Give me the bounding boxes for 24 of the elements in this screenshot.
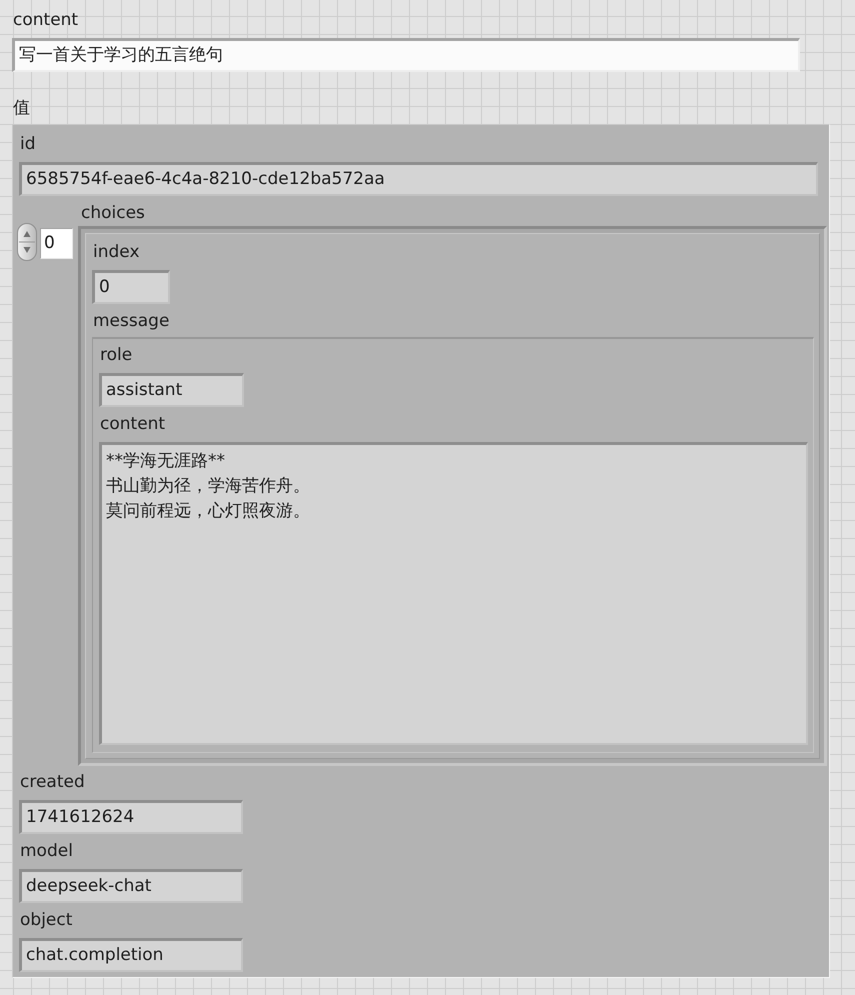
text-field[interactable]: deepseek-chat: [19, 869, 243, 903]
field-label: 值: [12, 97, 30, 119]
text-field[interactable]: 6585754f-eae6-4c4a-8210-cde12ba572aa: [19, 162, 818, 196]
text-line: **学海无涯路**: [106, 450, 225, 473]
field-label: id: [19, 133, 36, 155]
text-area[interactable]: **学海无涯路** 书山勤为径，学海苦作舟。 莫问前程远，心灯照夜游。: [99, 442, 808, 745]
field-label: role: [99, 344, 132, 366]
field-label: content: [99, 413, 166, 435]
field-label: content: [12, 9, 78, 31]
text-field[interactable]: chat.completion: [19, 938, 243, 972]
field-label: choices: [80, 202, 145, 224]
text-field[interactable]: 1741612624: [19, 800, 243, 834]
numeric-field[interactable]: 0: [92, 270, 170, 304]
field-label: model: [19, 840, 73, 862]
text-field[interactable]: assistant: [99, 373, 244, 407]
array-index-field[interactable]: 0: [40, 228, 73, 259]
field-label: object: [19, 909, 72, 931]
text-field[interactable]: 写一首关于学习的五言绝句: [12, 38, 800, 72]
up-down-arrows-icon[interactable]: [17, 223, 37, 261]
text-line: 莫问前程远，心灯照夜游。: [106, 500, 310, 523]
field-label: created: [19, 771, 85, 793]
text-line: 书山勤为径，学海苦作舟。: [106, 475, 310, 498]
field-label: message: [92, 310, 170, 332]
field-label: index: [92, 241, 140, 263]
